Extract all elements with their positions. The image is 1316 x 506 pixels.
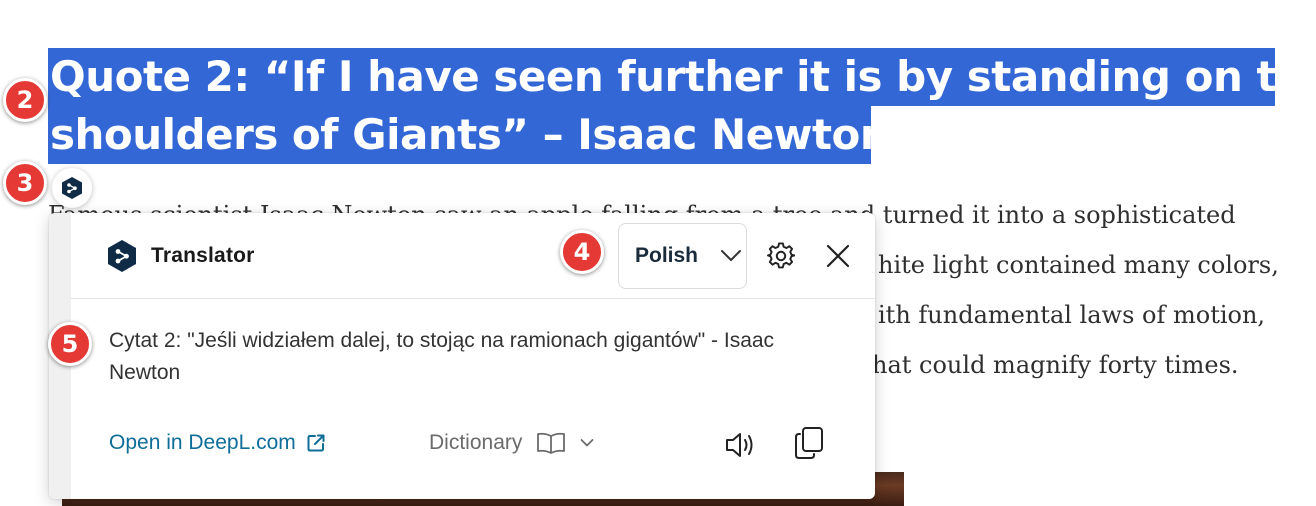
close-button[interactable]: [823, 241, 853, 271]
deepl-logo-icon: [108, 240, 136, 272]
popup-footer: Open in DeepL.com Dictionary: [71, 423, 875, 467]
listen-button[interactable]: [723, 427, 759, 463]
open-in-deepl-label: Open in DeepL.com: [109, 431, 296, 454]
translation-text: Cytat 2: "Jeśli widziałem dalej, to stoj…: [109, 329, 775, 384]
heading-line-1: Quote 2: “If I have seen further it is b…: [48, 48, 1316, 106]
copy-icon: [795, 427, 823, 459]
gear-icon: [767, 242, 795, 269]
open-in-deepl-link[interactable]: Open in DeepL.com: [109, 431, 326, 455]
dictionary-toggle[interactable]: Dictionary: [429, 431, 594, 455]
annotation-badge-2: 2: [3, 78, 47, 122]
copy-button[interactable]: [791, 425, 827, 461]
heading-line-2: shoulders of Giants” – Isaac Newton: [48, 106, 890, 164]
speaker-icon: [726, 433, 753, 457]
book-icon: [537, 432, 566, 454]
annotation-badge-4: 4: [560, 230, 604, 274]
external-link-icon: [307, 434, 325, 452]
annotation-badge-5: 5: [48, 322, 92, 366]
dictionary-label: Dictionary: [429, 431, 523, 454]
close-icon: [826, 244, 850, 268]
target-language-label: Polish: [635, 244, 699, 267]
translator-popup: Translator Polish Cytat 2: "Jeśli widzia…: [49, 213, 875, 499]
deepl-trigger-button[interactable]: [52, 168, 92, 208]
translator-title: Translator: [151, 244, 255, 267]
paragraph-line-3: ith fundamental laws of motion,: [878, 301, 1266, 329]
paragraph-line-2: hite light contained many colors,: [878, 251, 1279, 279]
chevron-down-icon: [580, 439, 594, 447]
translator-brand: Translator: [107, 239, 255, 273]
chevron-down-icon: [721, 250, 742, 261]
deepl-logo-icon: [62, 177, 82, 199]
settings-button[interactable]: [766, 241, 796, 271]
target-language-select[interactable]: Polish: [618, 223, 747, 289]
popup-header: Translator Polish: [71, 213, 875, 299]
annotation-badge-3: 3: [3, 161, 47, 205]
paragraph-line-4: hat could magnify forty times.: [872, 351, 1239, 379]
